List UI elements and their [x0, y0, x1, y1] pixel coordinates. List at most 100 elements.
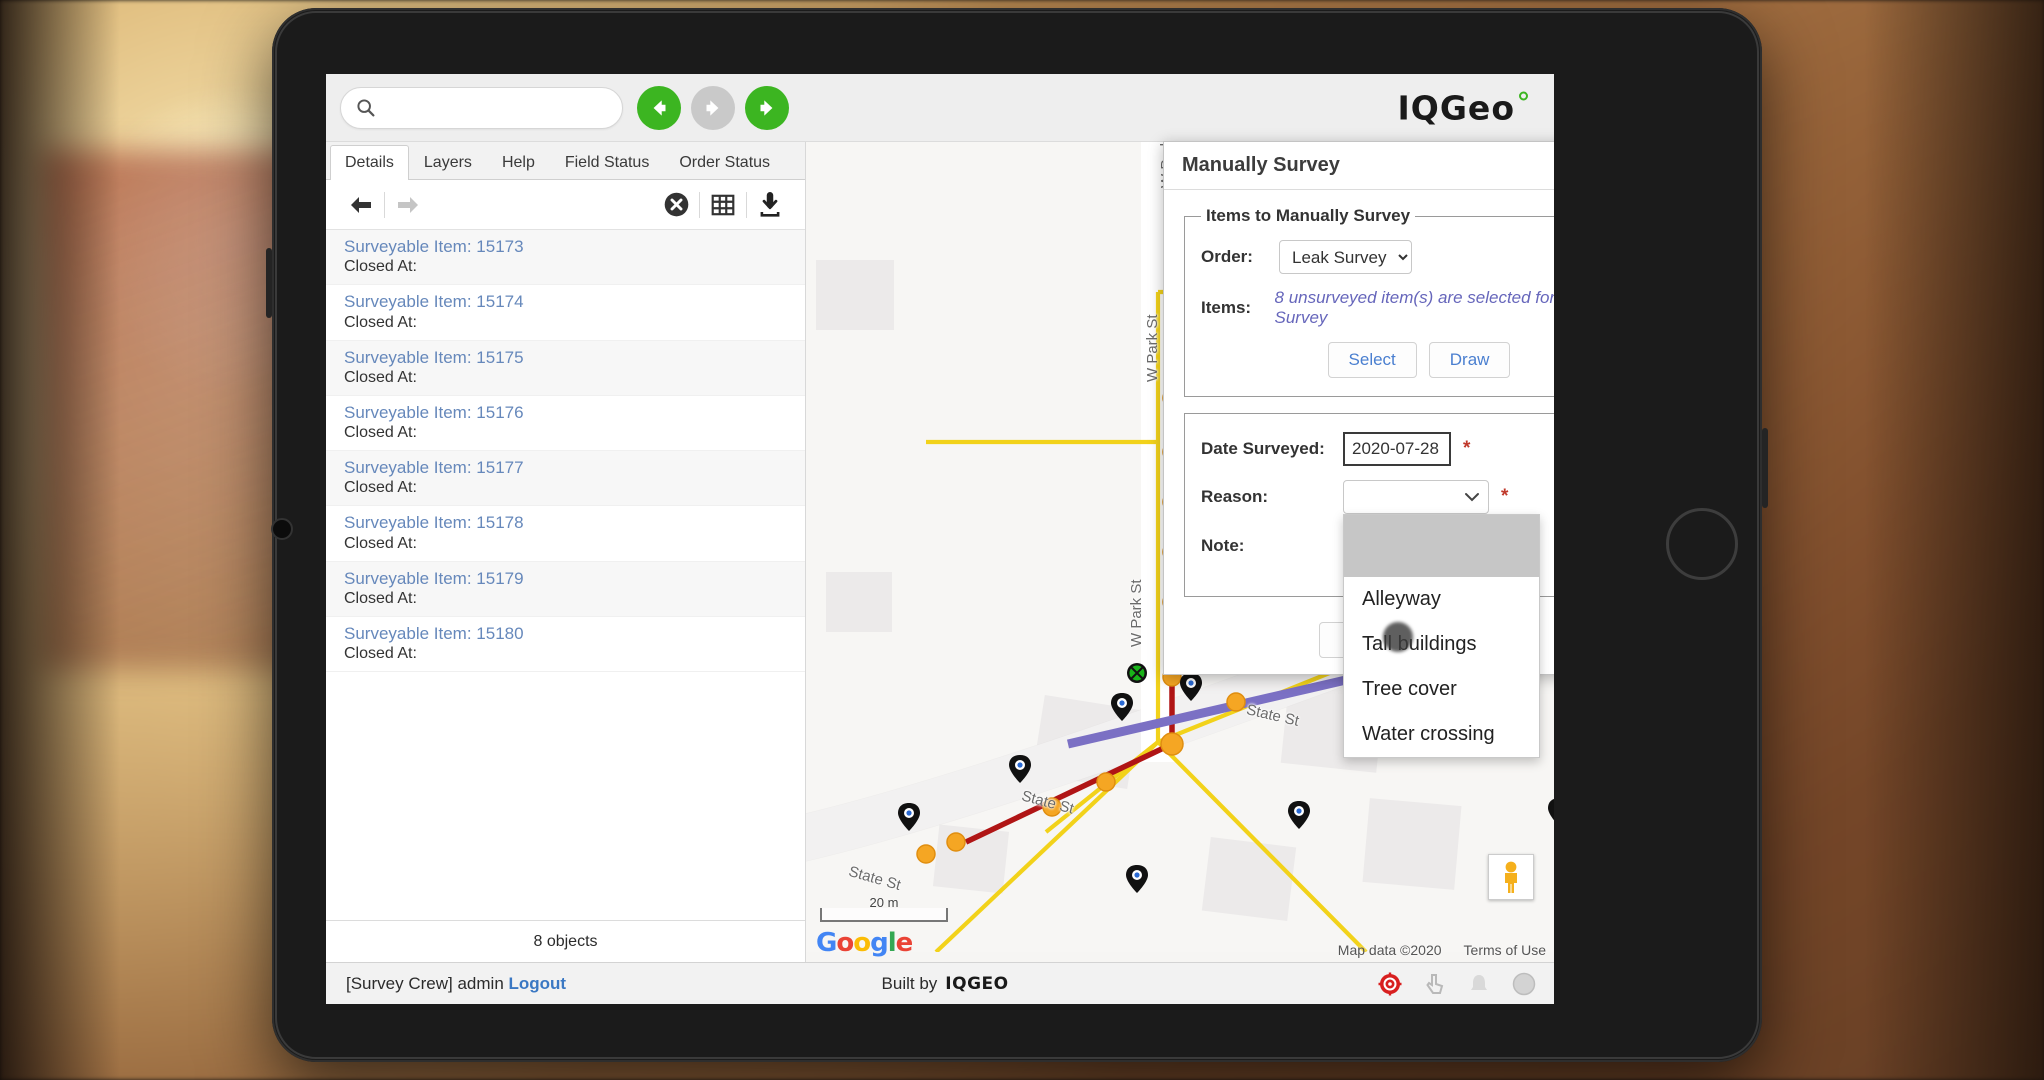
- dialog-title: Manually Survey: [1182, 154, 1340, 176]
- items-button-row: Select Draw: [1201, 342, 1554, 378]
- list-item[interactable]: Surveyable Item: 15177 Closed At:: [326, 451, 805, 507]
- search-input[interactable]: [386, 98, 608, 117]
- items-value: 8 unsurveyed item(s) are selected for: L…: [1274, 288, 1554, 327]
- date-surveyed-input[interactable]: [1343, 432, 1451, 466]
- list-item[interactable]: Surveyable Item: 15173 Closed At:: [326, 230, 805, 286]
- list-item-title: Surveyable Item: 15174: [344, 292, 524, 312]
- arrow-left-icon: [351, 196, 371, 213]
- list-item[interactable]: Surveyable Item: 15178 Closed At:: [326, 506, 805, 562]
- reason-select[interactable]: [1343, 480, 1489, 514]
- arrow-right-icon: [398, 196, 418, 213]
- map-attribution: Map data ©2020 Terms of Use: [1338, 942, 1546, 958]
- iqgeo-logo: IQGeo: [1398, 88, 1528, 127]
- list-action-group: [653, 187, 793, 223]
- list-item-subtitle: Closed At:: [344, 424, 417, 441]
- search-box[interactable]: [340, 86, 623, 129]
- download-icon: [760, 191, 780, 217]
- close-circle-icon: [664, 192, 688, 217]
- list-item-subtitle: Closed At:: [344, 258, 417, 276]
- street-view-button[interactable]: [1488, 854, 1534, 900]
- arrow-left-circle-icon: [653, 99, 666, 116]
- status-icons: [1378, 972, 1536, 996]
- tab-layers[interactable]: Layers: [409, 145, 487, 179]
- dialog-body: Items to Manually Survey Order: Leak Sur…: [1164, 190, 1554, 758]
- back-button[interactable]: [637, 85, 681, 130]
- tablet-power-button: [1762, 428, 1768, 508]
- google-logo: Google: [816, 928, 913, 958]
- items-to-survey-group: Items to Manually Survey Order: Leak Sur…: [1184, 206, 1554, 397]
- survey-details-group: Date Surveyed: * Reason:: [1184, 413, 1554, 758]
- order-select[interactable]: Leak Survey: [1279, 240, 1412, 274]
- manually-survey-dialog: Manually Survey ✕ Items to Manually Surv…: [1163, 141, 1554, 758]
- tab-label: Details: [345, 154, 394, 171]
- tablet-camera: [271, 518, 293, 540]
- tab-label: Field Status: [564, 154, 650, 171]
- list-item[interactable]: Surveyable Item: 15180 Closed At:: [326, 617, 805, 672]
- items-group-legend: Items to Manually Survey: [1206, 206, 1411, 225]
- items-row: Items: 8 unsurveyed item(s) are selected…: [1201, 288, 1554, 328]
- list-item-title: Surveyable Item: 15178: [344, 513, 524, 533]
- application-window: IQGeo Details Layers Help Field Status O…: [326, 74, 1554, 1004]
- list-item-subtitle: Closed At:: [344, 368, 417, 386]
- navigation-buttons: [637, 85, 789, 130]
- list-item[interactable]: Surveyable Item: 15179 Closed At:: [326, 561, 805, 617]
- bell-icon[interactable]: [1468, 972, 1490, 996]
- list-nav-group: [338, 187, 431, 223]
- terms-of-use-link[interactable]: Terms of Use: [1464, 942, 1546, 958]
- list-back-button[interactable]: [338, 187, 384, 223]
- top-toolbar: IQGeo: [326, 74, 1554, 142]
- order-label: Order:: [1201, 247, 1253, 266]
- list-item-subtitle: Closed At:: [344, 479, 417, 497]
- list-toolbar: [326, 180, 805, 230]
- list-item-title: Surveyable Item: 15173: [344, 237, 524, 256]
- list-item-subtitle: Closed At:: [344, 534, 417, 552]
- status-circle-icon[interactable]: [1512, 972, 1536, 996]
- dropdown-option-alleyway[interactable]: Alleyway: [1344, 577, 1539, 622]
- tab-order-status[interactable]: Order Status: [664, 145, 785, 179]
- select-button[interactable]: Select: [1327, 342, 1417, 378]
- surveyable-items-list[interactable]: Surveyable Item: 15173 Closed At: Survey…: [326, 230, 805, 920]
- tab-details[interactable]: Details: [330, 145, 409, 180]
- dropdown-option-blank[interactable]: [1344, 515, 1539, 577]
- reason-select-wrapper: Alleyway Tall buildings Tree cover Water…: [1343, 480, 1540, 758]
- list-item-subtitle: Closed At:: [344, 589, 417, 607]
- download-button[interactable]: [747, 187, 793, 223]
- object-count: 8 objects: [326, 920, 805, 962]
- dropdown-option-tall-buildings[interactable]: Tall buildings: [1344, 622, 1539, 667]
- street-view-pegman-icon: [1505, 861, 1517, 893]
- iqgeo-logo-text: IQGeo: [1397, 88, 1515, 127]
- tab-label: Order Status: [679, 154, 771, 171]
- tab-label: Layers: [423, 154, 472, 171]
- items-label: Items:: [1201, 298, 1252, 317]
- list-item[interactable]: Surveyable Item: 15176 Closed At:: [326, 396, 805, 451]
- list-forward-button[interactable]: [385, 187, 431, 223]
- list-item-title: Surveyable Item: 15176: [344, 402, 524, 422]
- logout-link[interactable]: Logout: [509, 974, 567, 994]
- forward-button[interactable]: [691, 85, 735, 130]
- gps-target-icon[interactable]: [1378, 972, 1402, 996]
- arrow-circle-icon: [760, 99, 773, 116]
- touch-pointer-icon[interactable]: [1424, 972, 1446, 996]
- list-item-subtitle: Closed At:: [344, 313, 417, 331]
- dropdown-option-water-crossing[interactable]: Water crossing: [1344, 712, 1539, 757]
- background-vignette-right: [1864, 0, 2044, 1080]
- tablet-home-button: [1666, 508, 1738, 580]
- map-data-credit: Map data ©2020: [1337, 942, 1442, 958]
- dropdown-option-tree-cover[interactable]: Tree cover: [1344, 667, 1539, 712]
- order-row: Order: Leak Survey: [1201, 240, 1554, 274]
- tab-field-status[interactable]: Field Status: [550, 145, 664, 179]
- left-panel: Details Layers Help Field Status Order S…: [326, 142, 806, 962]
- clear-selection-button[interactable]: [653, 187, 699, 223]
- iqgeo-logo-dot: [1519, 91, 1528, 100]
- tab-help[interactable]: Help: [487, 145, 550, 179]
- refresh-button[interactable]: [745, 85, 789, 130]
- reason-dropdown-list[interactable]: Alleyway Tall buildings Tree cover Water…: [1343, 514, 1540, 758]
- tab-label: Help: [501, 154, 535, 171]
- tab-bar: Details Layers Help Field Status Order S…: [326, 142, 805, 180]
- list-item[interactable]: Surveyable Item: 15175 Closed At:: [326, 340, 805, 396]
- list-item-subtitle: Closed At:: [344, 645, 417, 662]
- table-view-button[interactable]: [700, 187, 746, 223]
- draw-button[interactable]: Draw: [1428, 342, 1511, 378]
- chevron-down-icon: [1465, 493, 1479, 502]
- list-item[interactable]: Surveyable Item: 15174 Closed At:: [326, 285, 805, 341]
